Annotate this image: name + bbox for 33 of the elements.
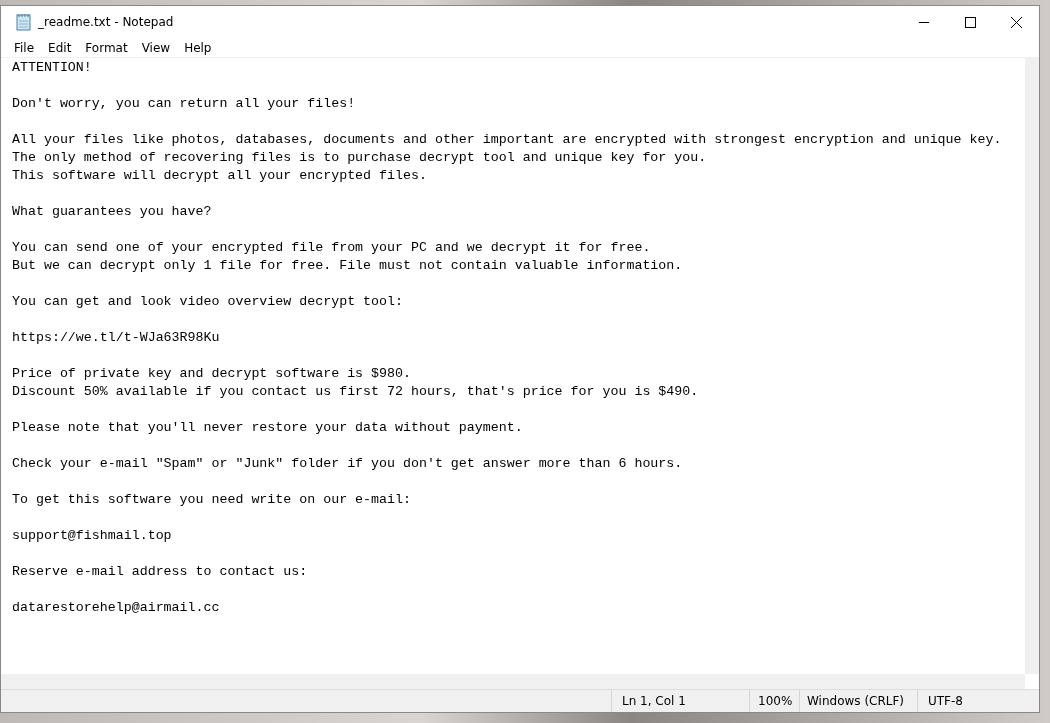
cursor-position: Ln 1, Col 1 [611,690,749,712]
text-line: Don't worry, you can return all your files! [12,95,357,113]
text-line: support@fishmail.top [12,527,173,545]
text-line: You can get and look video overview decrypt tool: [12,293,404,311]
text-line: Reserve e-mail address to contact us: [12,563,309,581]
text-line: To get this software you need write on our e-mail: [12,491,412,509]
menu-item[interactable]: File [7,40,42,55]
text-line: https://we.tl/t-WJa63R98Ku [12,329,221,347]
text-line: Check your e-mail "Spam" or "Junk" folder if you don't get answer more than 6 hours. [12,455,684,473]
text-line: The only method of recovering files is to purchase decrypt tool and unique key for you. [12,149,708,167]
menu-item[interactable]: Format [78,40,135,55]
text-line: But we can decrypt only 1 file for free. File must not contain valuable information. [12,257,684,275]
zoom-level: 100% [749,690,799,712]
menu-item[interactable]: View [134,40,178,55]
close-icon [1010,16,1022,28]
menu-item[interactable]: Edit [41,40,79,55]
encoding: UTF-8 [917,690,1039,712]
line-ending: Windows (CRLF) [799,690,917,712]
text-line: Please note that you'll never restore your data without payment. [12,419,524,437]
horizontal-scrollbar[interactable] [1,674,1025,689]
text-line: All your files like photos, databases, documents and other important are encrypted with strongest encryption and unique key. [12,131,1003,149]
text-line: datarestorehelp@airmail.cc [12,599,221,617]
text-line: You can send one of your encrypted file from your PC and we decrypt it for free. [12,239,652,257]
text-line: This software will decrypt all your encrypted files. [12,167,428,185]
window-title: _readme.txt - Notepad [38,15,174,29]
notepad-icon [16,13,32,31]
maximize-icon [964,16,976,28]
text-line: ATTENTION! [12,59,93,77]
vertical-scrollbar[interactable] [1025,58,1039,674]
text-line: Price of private key and decrypt software is $980. [12,365,412,383]
menu-item[interactable]: Help [177,40,219,55]
text-line: What guarantees you have? [12,203,213,221]
text-line: Discount 50% available if you contact us first 72 hours, that's price for you is $490. [12,383,700,401]
